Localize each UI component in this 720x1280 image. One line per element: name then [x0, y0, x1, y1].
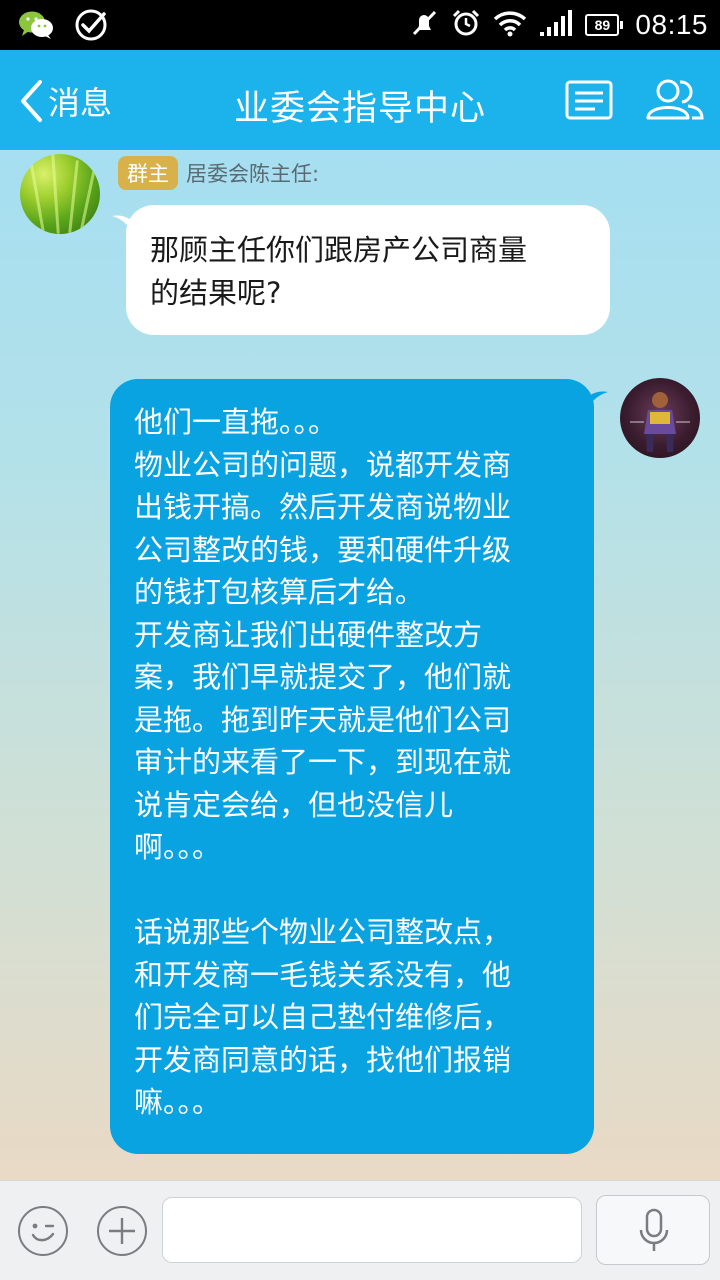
avatar-sender[interactable] — [20, 154, 100, 234]
message-bubble-incoming[interactable]: 那顾主任你们跟房产公司商量 的结果呢? — [126, 205, 610, 335]
group-profile-button[interactable] — [561, 74, 617, 126]
clock: 08:15 — [635, 9, 708, 40]
input-bar — [0, 1180, 720, 1280]
message-line: 和开发商一毛钱关系没有，他 — [134, 957, 512, 992]
message-line: 开发商同意的话，找他们报销 — [134, 1042, 512, 1077]
avatar-self[interactable] — [620, 378, 700, 458]
mute-icon — [409, 8, 439, 42]
message-line: 那顾主任你们跟房产公司商量 — [150, 233, 528, 267]
members-button[interactable] — [644, 74, 706, 126]
message-line: 们完全可以自己垫付维修后， — [134, 1000, 512, 1034]
plus-button[interactable] — [97, 1206, 147, 1256]
message-line: 说肯定会给，但也没信儿 — [134, 787, 454, 822]
message-line: 开发商让我们出硬件整改方 — [134, 617, 483, 652]
message-line: 啊。。。 — [134, 830, 222, 864]
sender-name: 居委会陈主任: — [186, 162, 320, 186]
wifi-icon — [493, 9, 527, 41]
status-bar: 89 08:15 — [0, 0, 720, 50]
emoji-button[interactable] — [18, 1206, 68, 1256]
group-profile-icon — [565, 80, 613, 120]
role-badge: 群主 — [118, 156, 178, 190]
message-bubble-outgoing[interactable]: 他们一直拖。。。 物业公司的问题，说都开发商 出钱开搞。然后开发商说物业 公司整… — [110, 379, 594, 1154]
check-circle-icon — [74, 8, 108, 46]
message-line: 案，我们早就提交了，他们就 — [134, 660, 512, 694]
message-line: 审计的来看了一下，到现在就 — [134, 745, 512, 779]
message-line — [134, 869, 570, 912]
message-line: 嘛。。。 — [134, 1085, 222, 1119]
chat-area[interactable]: 群主 居委会陈主任: 那顾主任你们跟房产公司商量 的结果呢? 他们一直拖。。。 … — [0, 150, 720, 1180]
emoji-icon — [31, 1223, 55, 1242]
wechat-icon — [18, 10, 54, 44]
sender-info: 群主 居委会陈主任: — [118, 156, 319, 190]
message-line: 话说那些个物业公司整改点， — [134, 915, 512, 949]
battery-icon: 89 — [585, 14, 624, 36]
message-input[interactable] — [162, 1197, 582, 1263]
message-line: 出钱开搞。然后开发商说物业 — [134, 490, 512, 524]
plus-icon — [109, 1218, 135, 1244]
alarm-icon — [451, 8, 481, 42]
message-line: 物业公司的问题，说都开发商 — [134, 447, 512, 482]
voice-button[interactable] — [596, 1195, 710, 1265]
battery-level: 89 — [585, 14, 620, 36]
message-line: 是拖。拖到昨天就是他们公司 — [134, 702, 512, 737]
message-line: 他们一直拖。。。 — [134, 405, 338, 439]
title-bar: 消息 业委会指导中心 — [0, 50, 720, 150]
message-line: 公司整改的钱，要和硬件升级 — [134, 532, 512, 567]
message-line: 的钱打包核算后才给。 — [134, 575, 425, 609]
message-line: 的结果呢? — [150, 275, 282, 310]
microphone-icon — [639, 1208, 669, 1251]
avatar-figure — [630, 392, 690, 452]
members-icon — [646, 79, 704, 120]
signal-icon — [539, 9, 573, 41]
